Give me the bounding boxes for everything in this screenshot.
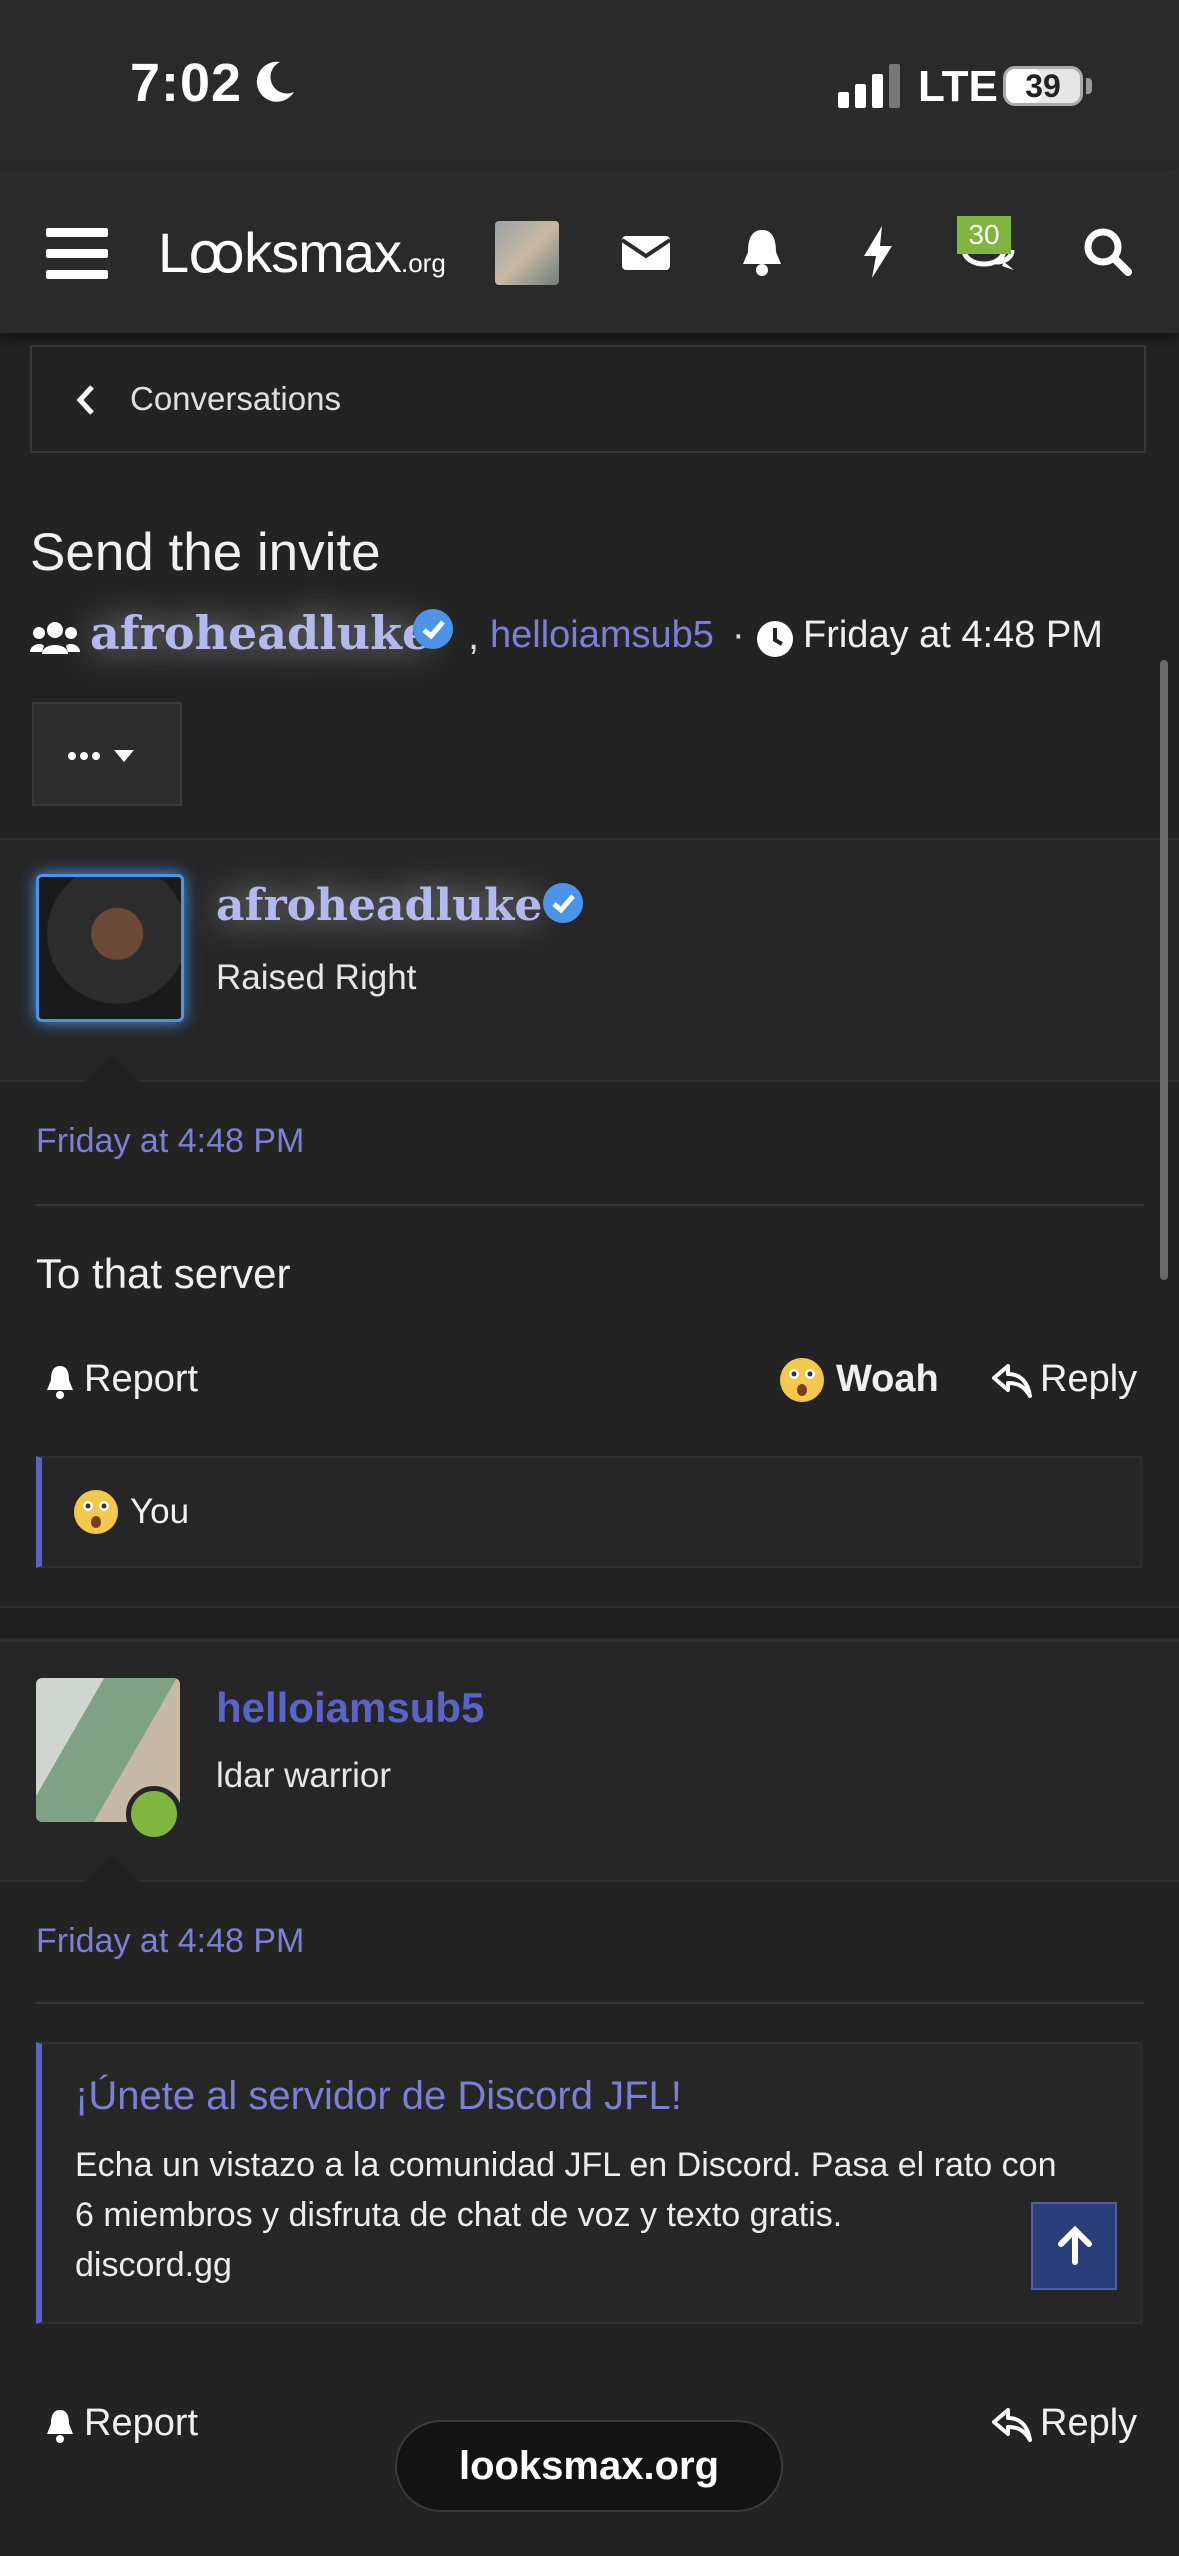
message-author[interactable]: afroheadluke bbox=[216, 880, 542, 931]
envelope-icon[interactable] bbox=[616, 222, 676, 282]
participant-helloiamsub5[interactable]: helloiamsub5 bbox=[490, 614, 714, 657]
user-title: Raised Right bbox=[216, 958, 417, 997]
logo-main: Lꝏksmax bbox=[158, 221, 402, 284]
embed-description: Echa un vistazo a la comunidad JFL en Di… bbox=[75, 2146, 1057, 2234]
message-separator bbox=[0, 1606, 1179, 1640]
verified-badge-icon bbox=[413, 609, 453, 649]
thread-date: Friday at 4:48 PM bbox=[803, 614, 1103, 656]
report-button[interactable]: Report bbox=[84, 2402, 198, 2445]
reply-button[interactable]: Reply bbox=[1040, 2402, 1137, 2445]
message-date[interactable]: Friday at 4:48 PM bbox=[36, 1922, 304, 1961]
battery-icon: 39 bbox=[1003, 66, 1083, 106]
verified-badge-icon bbox=[543, 883, 583, 923]
report-button[interactable]: Report bbox=[84, 1358, 198, 1401]
breadcrumb-label[interactable]: Conversations bbox=[130, 380, 341, 418]
site-logo[interactable]: Lꝏksmax.org bbox=[158, 220, 446, 286]
message-author[interactable]: helloiamsub5 bbox=[216, 1684, 484, 1732]
woah-reaction-button[interactable]: Woah bbox=[836, 1358, 939, 1401]
participant-separator: , bbox=[468, 614, 480, 658]
account-avatar[interactable] bbox=[495, 221, 559, 285]
message-date[interactable]: Friday at 4:48 PM bbox=[36, 1122, 304, 1161]
hamburger-menu-icon[interactable] bbox=[46, 228, 108, 280]
reply-icon bbox=[992, 1364, 1032, 1398]
moon-icon bbox=[256, 61, 294, 102]
message-pointer bbox=[84, 1854, 140, 1882]
battery-level: 39 bbox=[1025, 68, 1061, 104]
astonished-emoji-icon bbox=[780, 1358, 824, 1402]
scroll-to-top-button[interactable] bbox=[1031, 2202, 1117, 2290]
bell-icon[interactable] bbox=[732, 222, 792, 282]
status-time: 7:02 bbox=[130, 53, 243, 113]
ellipsis-chevron-down-icon bbox=[68, 750, 134, 762]
divider bbox=[36, 1204, 1144, 1206]
conversations-badge: 30 bbox=[957, 216, 1011, 254]
browser-url-pill[interactable]: looksmax.org bbox=[395, 2420, 783, 2512]
online-status-indicator bbox=[126, 1786, 182, 1842]
network-label: LTE bbox=[918, 62, 998, 111]
embed-domain: discord.gg bbox=[75, 2246, 232, 2284]
reacted-by[interactable]: You bbox=[130, 1492, 189, 1532]
bell-icon bbox=[47, 1366, 73, 1399]
clock-icon bbox=[757, 621, 793, 657]
search-icon[interactable] bbox=[1078, 222, 1138, 282]
participant-afroheadluke[interactable]: afroheadluke bbox=[90, 606, 431, 660]
lightning-icon[interactable] bbox=[848, 222, 908, 282]
thread-title: Send the invite bbox=[30, 523, 381, 582]
reply-icon bbox=[992, 2408, 1032, 2442]
more-options-button[interactable] bbox=[32, 702, 182, 806]
user-title: ldar warrior bbox=[216, 1756, 392, 1795]
signal-icon bbox=[838, 64, 900, 108]
divider bbox=[36, 2002, 1144, 2004]
message-body: To that server bbox=[36, 1250, 291, 1297]
chevron-left-icon bbox=[76, 385, 94, 415]
arrow-up-icon bbox=[1058, 2226, 1092, 2265]
reaction-summary[interactable] bbox=[36, 1456, 1142, 1568]
battery-tip bbox=[1086, 78, 1092, 94]
astonished-emoji-icon bbox=[74, 1490, 118, 1534]
scrollbar[interactable] bbox=[1160, 660, 1168, 1280]
avatar-afroheadluke[interactable] bbox=[36, 874, 184, 1022]
logo-suffix: .org bbox=[400, 248, 446, 278]
message-pointer bbox=[84, 1054, 140, 1082]
reply-button[interactable]: Reply bbox=[1040, 1358, 1137, 1401]
participants-icon bbox=[30, 622, 80, 654]
meta-dot: · bbox=[732, 614, 745, 656]
bell-icon bbox=[47, 2410, 73, 2443]
embed-title[interactable]: ¡Únete al servidor de Discord JFL! bbox=[75, 2074, 682, 2119]
